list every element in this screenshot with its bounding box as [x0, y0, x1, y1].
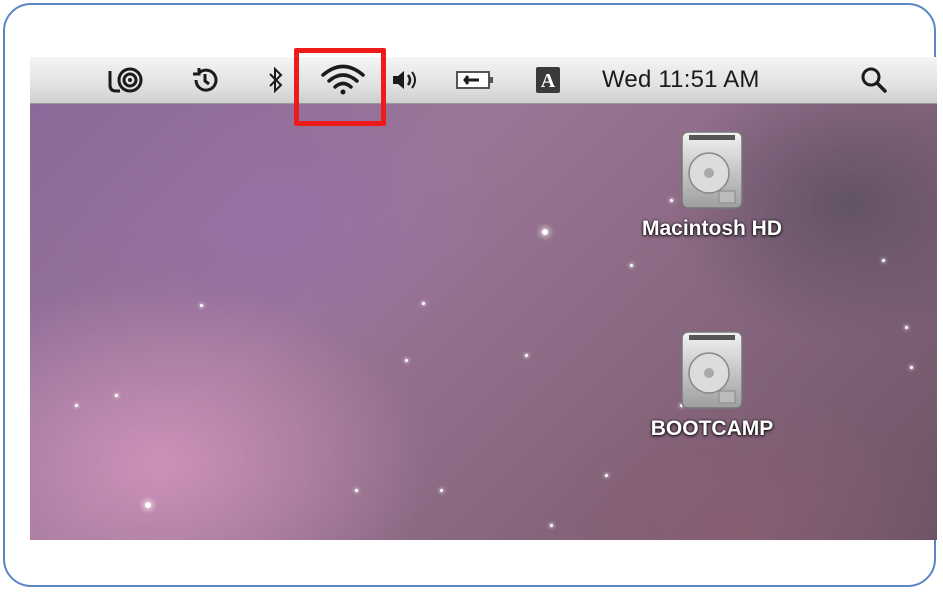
star	[550, 524, 553, 527]
drive-label: BOOTCAMP	[650, 417, 774, 440]
menu-clock[interactable]: Wed 11:51 AM	[602, 65, 760, 95]
star	[115, 394, 118, 397]
screen-sharing-icon[interactable]	[104, 65, 148, 95]
battery-icon[interactable]	[454, 65, 498, 95]
star	[905, 326, 908, 329]
hard-drive-icon	[679, 329, 745, 411]
star	[525, 354, 528, 357]
star	[145, 502, 151, 508]
hard-drive-icon	[679, 129, 745, 211]
input-menu-icon[interactable]: A	[535, 65, 561, 95]
drive-macintosh-hd[interactable]: Macintosh HD	[622, 129, 802, 241]
input-menu-letter: A	[541, 70, 556, 92]
star	[630, 264, 633, 267]
star	[605, 474, 608, 477]
mac-screen: A Wed 11:51 AM Macintosh HD BOOTCAMP	[30, 57, 937, 540]
wifi-highlight-box	[294, 48, 386, 126]
drive-label: Macintosh HD	[641, 217, 782, 240]
star	[440, 489, 443, 492]
star	[405, 359, 408, 362]
time-machine-icon[interactable]	[188, 65, 222, 95]
star	[200, 304, 203, 307]
star	[355, 489, 358, 492]
drive-bootcamp[interactable]: BOOTCAMP	[622, 329, 802, 441]
star	[542, 229, 548, 235]
star	[75, 404, 78, 407]
star	[882, 259, 885, 262]
spotlight-icon[interactable]	[858, 65, 890, 95]
volume-icon[interactable]	[388, 65, 422, 95]
menu-bar: A Wed 11:51 AM	[30, 57, 937, 104]
star	[422, 302, 425, 305]
star	[910, 366, 913, 369]
bluetooth-icon[interactable]	[266, 65, 286, 95]
